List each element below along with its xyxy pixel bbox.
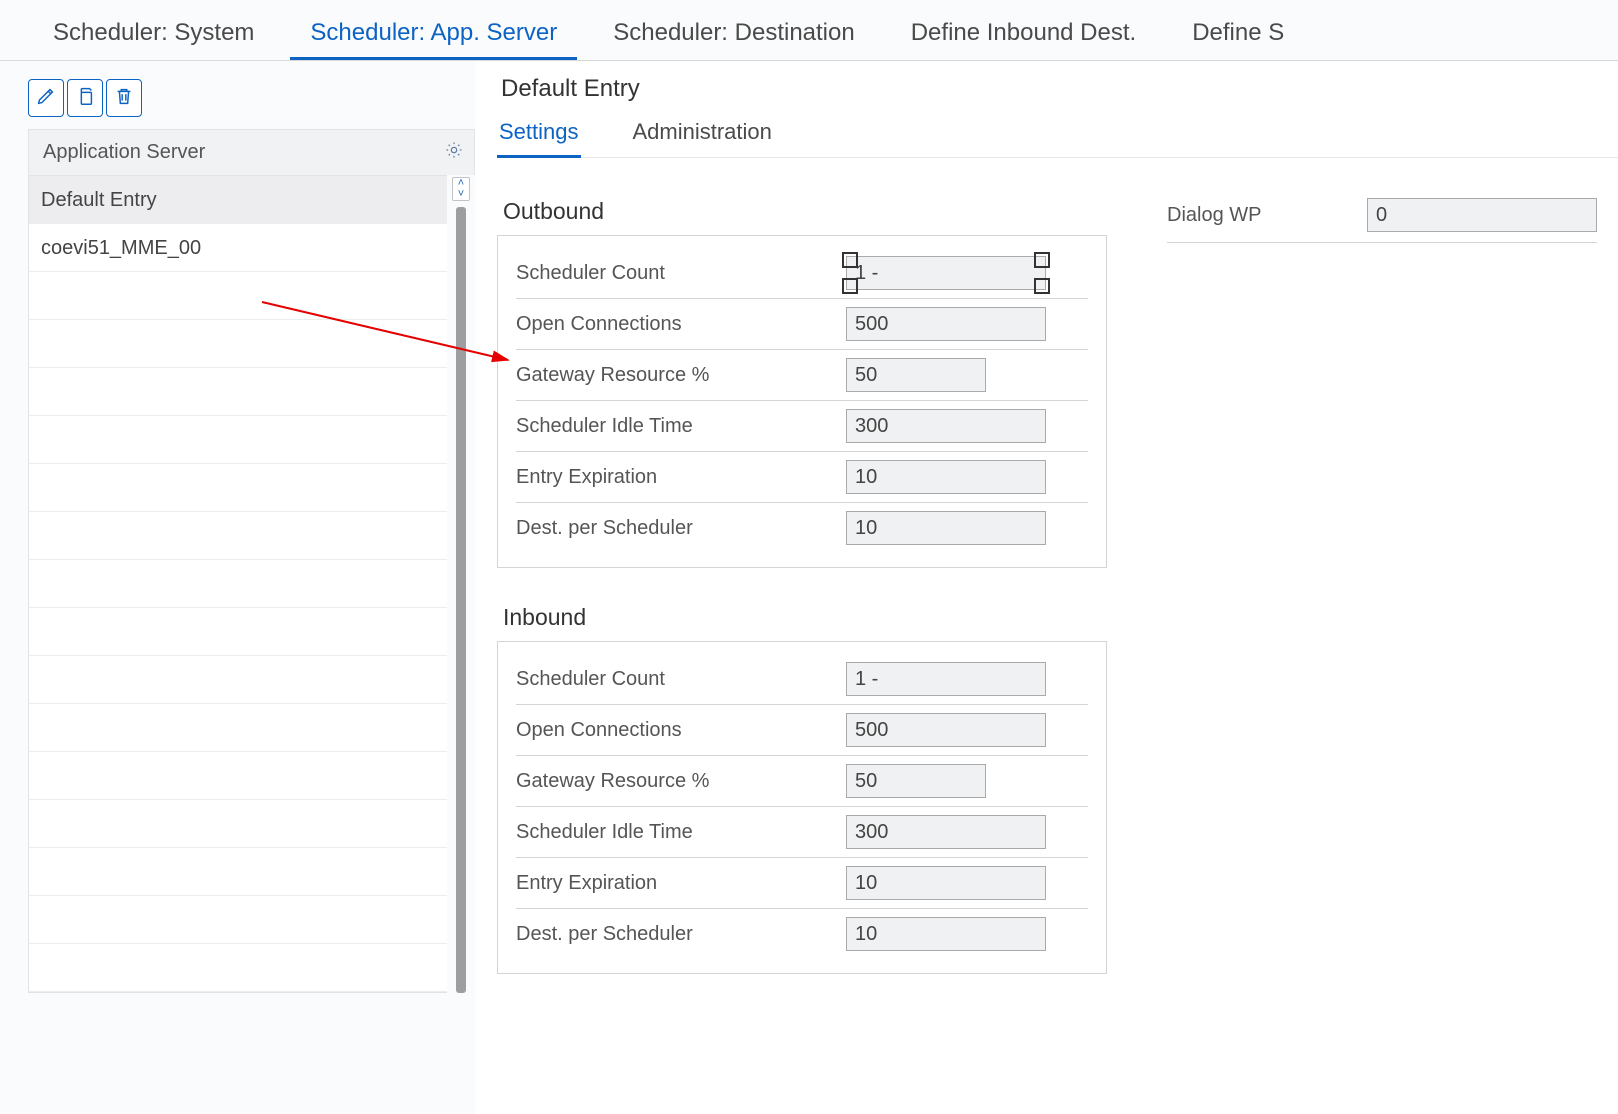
tab-scheduler-destination[interactable]: Scheduler: Destination [585, 19, 882, 57]
inbound-heading: Inbound [503, 604, 1107, 631]
label-gateway-resource: Gateway Resource % [516, 770, 846, 793]
list-item [29, 464, 447, 512]
app-server-list: Default Entry coevi51_MME_00 [28, 175, 447, 993]
tab-scheduler-app-server[interactable]: Scheduler: App. Server [282, 19, 585, 57]
copy-button[interactable] [67, 79, 103, 117]
outbound-group: Scheduler Count Open Connections Gateway [497, 235, 1107, 568]
label-entry-expiration: Entry Expiration [516, 466, 846, 489]
outbound-gateway-resource-input[interactable] [846, 358, 986, 392]
detail-panel: Default Entry Settings Administration Ou… [475, 61, 1618, 1114]
list-item [29, 944, 447, 992]
list-toolbar [28, 79, 475, 117]
chevron-down-icon: ˅ [453, 189, 469, 200]
list-item [29, 656, 447, 704]
detail-tabstrip: Settings Administration [497, 113, 1618, 158]
tab-administration[interactable]: Administration [631, 113, 774, 157]
list-item [29, 608, 447, 656]
dialog-wp-input[interactable] [1367, 198, 1597, 232]
tab-settings[interactable]: Settings [497, 113, 581, 157]
left-panel: Application Server Default Entry coevi51… [0, 61, 475, 1114]
inbound-scheduler-count-input[interactable] [846, 662, 1046, 696]
delete-button[interactable] [106, 79, 142, 117]
list-item [29, 704, 447, 752]
outbound-scheduler-count-input[interactable] [846, 256, 1046, 290]
tab-define-s-truncated[interactable]: Define S [1164, 19, 1312, 57]
trash-icon [113, 85, 135, 111]
label-open-connections: Open Connections [516, 719, 846, 742]
label-dest-per-scheduler: Dest. per Scheduler [516, 517, 846, 540]
label-dialog-wp: Dialog WP [1167, 204, 1367, 227]
list-header-label: Application Server [43, 141, 205, 164]
focus-marker [846, 256, 1046, 290]
outbound-idle-time-input[interactable] [846, 409, 1046, 443]
label-gateway-resource: Gateway Resource % [516, 364, 846, 387]
list-header: Application Server [28, 129, 475, 175]
list-scroll-stepper[interactable]: ˄ ˅ [452, 177, 470, 201]
list-scrollbar[interactable] [456, 207, 466, 993]
gear-icon[interactable] [444, 140, 464, 166]
list-item [29, 320, 447, 368]
inbound-open-connections-input[interactable] [846, 713, 1046, 747]
label-scheduler-count: Scheduler Count [516, 668, 846, 691]
list-item [29, 848, 447, 896]
list-item [29, 416, 447, 464]
list-item [29, 752, 447, 800]
outbound-heading: Outbound [503, 198, 1107, 225]
label-scheduler-count: Scheduler Count [516, 262, 846, 285]
edit-button[interactable] [28, 79, 64, 117]
pencil-icon [35, 85, 57, 111]
outbound-open-connections-input[interactable] [846, 307, 1046, 341]
list-item-coevi51[interactable]: coevi51_MME_00 [29, 224, 447, 272]
list-item [29, 512, 447, 560]
tab-define-inbound-dest[interactable]: Define Inbound Dest. [883, 19, 1164, 57]
outbound-entry-expiration-input[interactable] [846, 460, 1046, 494]
label-dest-per-scheduler: Dest. per Scheduler [516, 923, 846, 946]
inbound-entry-expiration-input[interactable] [846, 866, 1046, 900]
list-item [29, 368, 447, 416]
inbound-idle-time-input[interactable] [846, 815, 1046, 849]
page-title: Default Entry [501, 75, 1618, 103]
copy-icon [74, 85, 96, 111]
list-item [29, 800, 447, 848]
label-entry-expiration: Entry Expiration [516, 872, 846, 895]
top-tabstrip: Scheduler: System Scheduler: App. Server… [0, 0, 1618, 61]
label-idle-time: Scheduler Idle Time [516, 415, 846, 438]
inbound-dest-per-scheduler-input[interactable] [846, 917, 1046, 951]
outbound-dest-per-scheduler-input[interactable] [846, 511, 1046, 545]
label-idle-time: Scheduler Idle Time [516, 821, 846, 844]
list-side-nav: ˄ ˅ [447, 175, 475, 993]
list-item [29, 896, 447, 944]
list-item [29, 272, 447, 320]
list-item [29, 560, 447, 608]
label-open-connections: Open Connections [516, 313, 846, 336]
inbound-gateway-resource-input[interactable] [846, 764, 986, 798]
inbound-group: Scheduler Count Open Connections Gateway… [497, 641, 1107, 974]
list-item-default-entry[interactable]: Default Entry [29, 176, 447, 224]
tab-scheduler-system[interactable]: Scheduler: System [25, 19, 282, 57]
